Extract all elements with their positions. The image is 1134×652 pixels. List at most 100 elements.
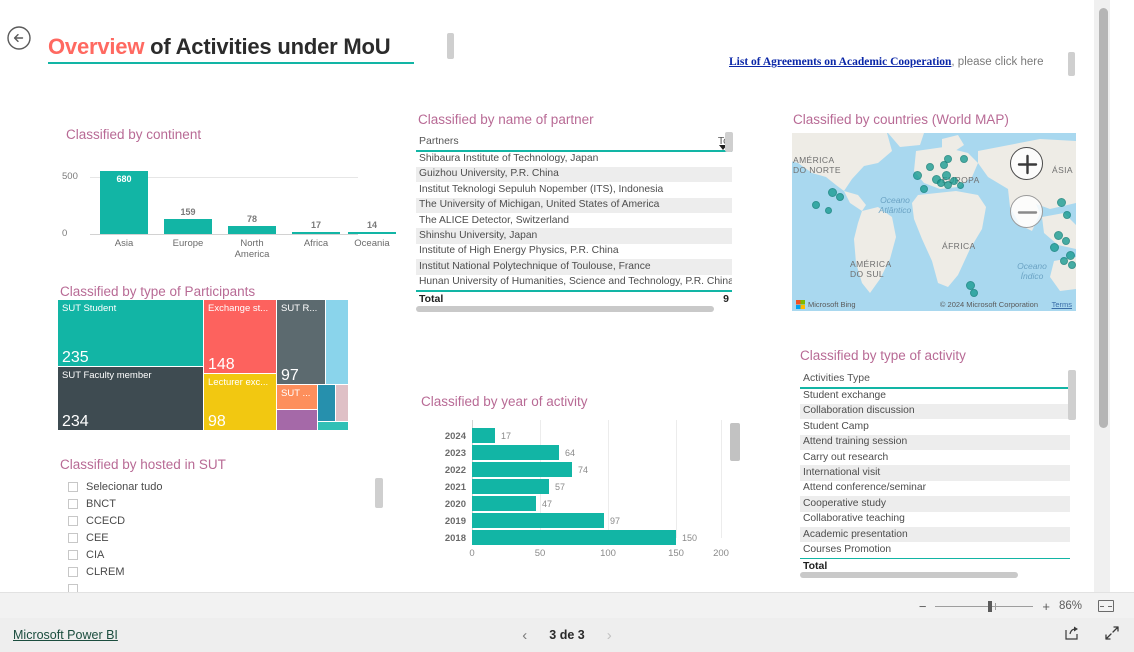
- treemap-tile-sut-faculty[interactable]: SUT Faculty member 234: [58, 367, 203, 430]
- bar-2023[interactable]: [472, 445, 559, 460]
- map-bubble[interactable]: [825, 207, 832, 214]
- year-chart-scrollbar[interactable]: [730, 423, 740, 461]
- treemap-tile-small-blue[interactable]: [318, 385, 335, 421]
- treemap-tile-small-teal[interactable]: [318, 422, 348, 430]
- continent-bar-chart[interactable]: 0 500 680 159 78 17 14 Asia Europe North…: [60, 155, 396, 260]
- table-header-row[interactable]: Partners To: [416, 133, 732, 150]
- map-bubble[interactable]: [1057, 198, 1066, 207]
- table-row[interactable]: Institute of High Energy Physics, P.R. C…: [416, 244, 732, 259]
- zoom-in-button[interactable]: +: [1042, 599, 1050, 614]
- table-header-row[interactable]: Activities Type: [800, 370, 1070, 387]
- map-bubble[interactable]: [1050, 243, 1059, 252]
- treemap-tile-exchange-student[interactable]: Exchange st... 148: [204, 300, 276, 373]
- bar-2022[interactable]: [472, 462, 572, 477]
- treemap-tile-small-lightblue[interactable]: [326, 300, 348, 384]
- zoom-slider-thumb[interactable]: [988, 600, 993, 612]
- participants-treemap[interactable]: SUT Student 235 SUT Faculty member 234 E…: [58, 300, 348, 430]
- checkbox-icon[interactable]: [68, 566, 78, 577]
- year-bar-chart[interactable]: 2024 2023 2022 2021 2020 2019 2018 17 64…: [440, 420, 740, 580]
- bar-europe[interactable]: [164, 219, 212, 234]
- table-row[interactable]: Institut Teknologi Sepuluh Nopember (ITS…: [416, 182, 732, 197]
- table-row[interactable]: Attend conference/seminar: [800, 481, 1070, 496]
- column-header-partners[interactable]: Partners: [419, 135, 459, 147]
- slicer-item-select-all[interactable]: Selecionar tudo: [60, 478, 360, 495]
- partners-vertical-scrollbar[interactable]: [725, 132, 733, 152]
- table-row[interactable]: Shinshu University, Japan: [416, 228, 732, 244]
- map-bubble[interactable]: [812, 201, 820, 209]
- bar-2020[interactable]: [472, 496, 536, 511]
- activities-horizontal-scrollbar[interactable]: [800, 572, 1018, 578]
- bar-2019[interactable]: [472, 513, 604, 528]
- hosted-slicer-scrollbar[interactable]: [375, 478, 383, 508]
- slicer-item-ccecd[interactable]: CCECD: [60, 512, 360, 529]
- table-row[interactable]: International visit: [800, 465, 1070, 481]
- checkbox-icon[interactable]: [68, 532, 78, 543]
- activities-vertical-scrollbar[interactable]: [1068, 370, 1076, 420]
- map-bubble[interactable]: [913, 171, 922, 180]
- map-bubble[interactable]: [960, 155, 968, 163]
- table-row[interactable]: Cooperative study: [800, 496, 1070, 512]
- share-export-icon[interactable]: [1064, 625, 1080, 646]
- fit-to-page-icon[interactable]: [1098, 600, 1114, 612]
- map-bubble[interactable]: [970, 289, 978, 297]
- treemap-tile-lecturer-exchange[interactable]: Lecturer exc... 98: [204, 374, 276, 430]
- table-row[interactable]: Hunan University of Humanities, Science …: [416, 275, 732, 290]
- bar-2018[interactable]: [472, 530, 676, 545]
- table-row[interactable]: Guizhou University, P.R. China: [416, 166, 732, 183]
- table-row[interactable]: The ALICE Detector, Switzerland: [416, 213, 732, 228]
- treemap-tile-sut-researcher[interactable]: SUT R... 97: [277, 300, 325, 384]
- column-header-activities-type[interactable]: Activities Type: [803, 372, 870, 384]
- hosted-in-sut-slicer[interactable]: Selecionar tudo BNCT CCECD CEE CIA CLREM: [60, 478, 360, 594]
- checkbox-icon[interactable]: [68, 498, 78, 509]
- world-map-visual[interactable]: AMÉRICA DO NORTE EUROPA ÁSIA ÁFRICA AMÉRI…: [792, 133, 1076, 311]
- partners-table[interactable]: Partners To Shibaura Institute of Techno…: [416, 133, 732, 308]
- chevron-right-icon[interactable]: ›: [607, 627, 612, 644]
- page-scrollbar-track[interactable]: [1094, 0, 1110, 592]
- map-terms-link[interactable]: Terms: [1052, 300, 1072, 309]
- map-bubble[interactable]: [836, 193, 844, 201]
- map-bubble[interactable]: [957, 182, 964, 189]
- map-bubble[interactable]: [1060, 257, 1068, 265]
- bar-north-america[interactable]: [228, 226, 276, 234]
- table-row[interactable]: Academic presentation: [800, 527, 1070, 543]
- map-bubble[interactable]: [1068, 261, 1076, 269]
- agreements-link[interactable]: List of Agreements on Academic Cooperati…: [729, 56, 951, 68]
- table-row[interactable]: Collaboration discussion: [800, 403, 1070, 420]
- zoom-slider[interactable]: [935, 600, 1034, 612]
- map-bubble[interactable]: [1063, 211, 1071, 219]
- slicer-item-bnct[interactable]: BNCT: [60, 495, 360, 512]
- map-bubble[interactable]: [1062, 237, 1070, 245]
- zoom-out-button[interactable]: −: [919, 599, 927, 614]
- treemap-tile-sut-student[interactable]: SUT Student 235: [58, 300, 203, 366]
- bar-oceania[interactable]: [348, 232, 396, 234]
- plus-circle-icon[interactable]: [1010, 147, 1043, 180]
- fullscreen-arrows-icon[interactable]: [1104, 625, 1120, 646]
- treemap-tile-small-purple[interactable]: [277, 410, 317, 430]
- slicer-item-cia[interactable]: CIA: [60, 546, 360, 563]
- treemap-tile-small-pink[interactable]: [336, 385, 348, 421]
- treemap-tile-sut-other[interactable]: SUT ...: [277, 385, 317, 409]
- map-bubble[interactable]: [926, 163, 934, 171]
- minus-circle-icon[interactable]: [1010, 195, 1043, 228]
- activities-table[interactable]: Activities Type Student exchange Collabo…: [800, 370, 1070, 575]
- chevron-left-icon[interactable]: ‹: [522, 627, 527, 644]
- checkbox-icon[interactable]: [68, 481, 78, 492]
- table-row[interactable]: Student Camp: [800, 419, 1070, 434]
- map-bubble[interactable]: [920, 185, 928, 193]
- table-row[interactable]: Collaborative teaching: [800, 512, 1070, 527]
- table-row[interactable]: Shibaura Institute of Technology, Japan: [416, 152, 732, 167]
- table-row[interactable]: Courses Promotion: [800, 542, 1070, 557]
- checkbox-icon[interactable]: [68, 515, 78, 526]
- table-row[interactable]: Institut National Polytechnique of Toulo…: [416, 259, 732, 275]
- table-row[interactable]: The University of Michigan, United State…: [416, 197, 732, 214]
- table-row[interactable]: Carry out research: [800, 450, 1070, 465]
- slicer-item-cee[interactable]: CEE: [60, 529, 360, 546]
- checkbox-icon[interactable]: [68, 549, 78, 560]
- bar-africa[interactable]: [292, 231, 340, 234]
- back-arrow-circle-icon[interactable]: [6, 25, 32, 51]
- slicer-item-clrem[interactable]: CLREM: [60, 563, 360, 580]
- bar-2021[interactable]: [472, 479, 549, 494]
- partners-horizontal-scrollbar[interactable]: [416, 306, 714, 312]
- page-scrollbar-thumb[interactable]: [1099, 8, 1108, 428]
- link-visual-scrollbar[interactable]: [1068, 52, 1075, 76]
